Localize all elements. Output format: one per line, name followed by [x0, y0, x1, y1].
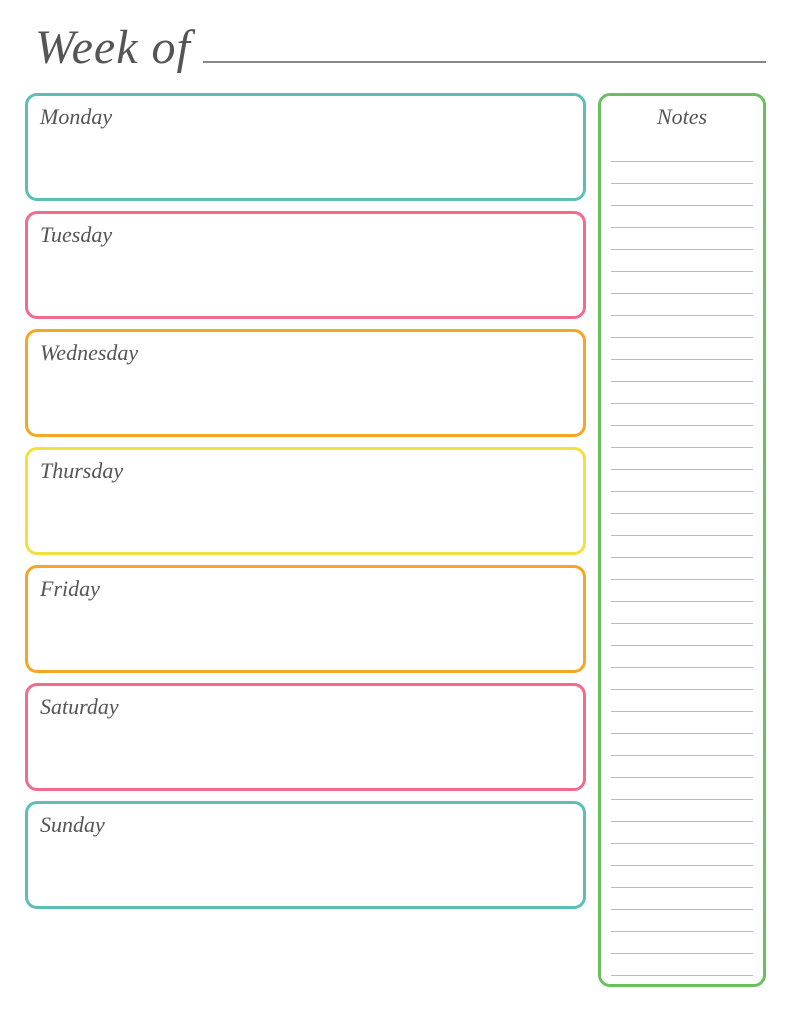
notes-line [611, 558, 753, 580]
day-label-thursday: Thursday [40, 458, 123, 483]
notes-line [611, 580, 753, 602]
notes-line [611, 778, 753, 800]
notes-line [611, 888, 753, 910]
day-box-saturday[interactable]: Saturday [25, 683, 586, 791]
notes-line [611, 866, 753, 888]
notes-line [611, 448, 753, 470]
notes-line [611, 756, 753, 778]
notes-line [611, 404, 753, 426]
notes-line [611, 492, 753, 514]
notes-line [611, 250, 753, 272]
notes-line [611, 690, 753, 712]
notes-line [611, 514, 753, 536]
day-label-sunday: Sunday [40, 812, 105, 837]
notes-line [611, 712, 753, 734]
notes-line [611, 382, 753, 404]
notes-line [611, 206, 753, 228]
notes-line [611, 602, 753, 624]
notes-title: Notes [611, 104, 753, 130]
notes-line [611, 910, 753, 932]
notes-line [611, 294, 753, 316]
notes-line [611, 932, 753, 954]
notes-lines [611, 140, 753, 976]
notes-line [611, 184, 753, 206]
notes-line [611, 470, 753, 492]
day-label-monday: Monday [40, 104, 112, 129]
notes-line [611, 426, 753, 448]
notes-line [611, 624, 753, 646]
days-column: Monday Tuesday Wednesday Thursday Friday… [25, 93, 586, 987]
day-label-saturday: Saturday [40, 694, 119, 719]
notes-line [611, 316, 753, 338]
day-label-friday: Friday [40, 576, 100, 601]
notes-line [611, 228, 753, 250]
notes-line [611, 822, 753, 844]
day-label-wednesday: Wednesday [40, 340, 138, 365]
notes-line [611, 338, 753, 360]
notes-line [611, 668, 753, 690]
day-label-tuesday: Tuesday [40, 222, 112, 247]
day-box-wednesday[interactable]: Wednesday [25, 329, 586, 437]
day-box-sunday[interactable]: Sunday [25, 801, 586, 909]
notes-column: Notes [598, 93, 766, 987]
notes-line [611, 536, 753, 558]
notes-line [611, 646, 753, 668]
week-of-title: Week of [35, 20, 191, 75]
notes-line [611, 734, 753, 756]
notes-line [611, 800, 753, 822]
notes-line [611, 844, 753, 866]
notes-line [611, 360, 753, 382]
notes-line [611, 272, 753, 294]
notes-line [611, 954, 753, 976]
page-header: Week of [25, 20, 766, 75]
week-of-line [203, 61, 766, 63]
day-box-monday[interactable]: Monday [25, 93, 586, 201]
main-content: Monday Tuesday Wednesday Thursday Friday… [25, 93, 766, 987]
day-box-tuesday[interactable]: Tuesday [25, 211, 586, 319]
notes-line [611, 162, 753, 184]
day-box-friday[interactable]: Friday [25, 565, 586, 673]
page: Week of Monday Tuesday Wednesday Thursda… [25, 20, 766, 987]
day-box-thursday[interactable]: Thursday [25, 447, 586, 555]
notes-line [611, 140, 753, 162]
